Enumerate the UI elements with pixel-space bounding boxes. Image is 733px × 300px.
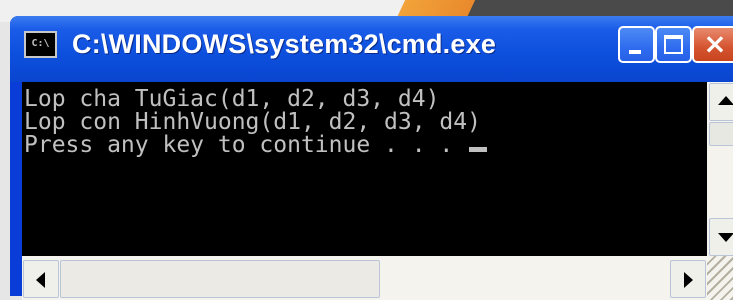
close-button[interactable]: × <box>692 26 733 63</box>
scroll-up-button[interactable] <box>709 83 733 121</box>
horizontal-scroll-thumb[interactable] <box>60 260 380 298</box>
minimize-button[interactable] <box>618 26 655 63</box>
vertical-scroll-thumb[interactable] <box>709 122 733 146</box>
resize-grip-icon[interactable] <box>707 256 733 300</box>
arrow-up-icon <box>718 96 733 105</box>
vertical-scrollbar[interactable] <box>707 82 733 256</box>
close-icon: × <box>703 27 727 60</box>
minimize-icon <box>629 50 641 54</box>
scroll-down-button[interactable] <box>709 218 733 256</box>
horizontal-scrollbar[interactable] <box>22 256 707 300</box>
window-title: C:\WINDOWS\system32\cmd.exe <box>72 29 497 59</box>
arrow-down-icon <box>718 233 733 242</box>
title-bar[interactable]: C:\ C:\WINDOWS\system32\cmd.exe × <box>10 16 733 82</box>
console-output[interactable]: Lop cha TuGiac(d1, d2, d3, d4) Lop con H… <box>22 82 707 256</box>
arrow-right-icon <box>684 272 693 288</box>
maximize-icon <box>664 35 683 54</box>
text-cursor <box>469 147 488 152</box>
scroll-left-button[interactable] <box>23 260 59 298</box>
scroll-right-button[interactable] <box>670 260 706 298</box>
arrow-left-icon <box>36 272 45 288</box>
console-line: Press any key to continue . . . <box>24 132 468 158</box>
cmd-console-icon[interactable]: C:\ <box>24 31 57 58</box>
maximize-button[interactable] <box>655 26 692 63</box>
cmd-window: C:\ C:\WINDOWS\system32\cmd.exe × Lop ch… <box>10 16 733 300</box>
